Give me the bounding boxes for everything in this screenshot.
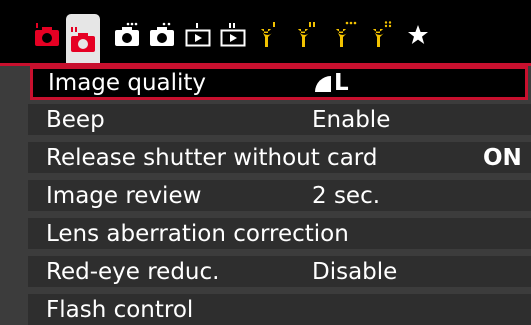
tab-my-menu[interactable] xyxy=(401,16,435,54)
image-quality-text: L xyxy=(334,70,349,96)
menu-item-value: L xyxy=(314,70,349,96)
setup-wrench-4-icon xyxy=(373,21,392,47)
setup-wrench-3-icon xyxy=(336,21,357,47)
tab-playback-2[interactable] xyxy=(216,16,250,54)
tab-setup-2[interactable] xyxy=(289,16,323,54)
menu-left-margin xyxy=(0,66,28,325)
menu-item-value: Enable xyxy=(312,107,391,133)
camera-shooting-1-icon xyxy=(35,23,59,46)
menu-item-red-eye[interactable]: Red-eye reduc. Disable xyxy=(28,254,531,287)
menu-item-label: Beep xyxy=(46,107,105,133)
menu-item-image-review[interactable]: Image review 2 sec. xyxy=(28,178,531,211)
menu-item-lens-aberration[interactable]: Lens aberration correction xyxy=(28,216,531,249)
menu-tab-bar xyxy=(0,0,531,66)
camera-shooting-3-icon xyxy=(115,22,139,46)
tab-shooting-4[interactable] xyxy=(145,16,179,54)
tab-setup-4[interactable] xyxy=(364,16,398,54)
setup-wrench-2-icon xyxy=(298,22,315,47)
menu-item-value: Disable xyxy=(312,259,398,285)
menu-item-label: Release shutter without card xyxy=(46,145,378,171)
camera-shooting-2-icon xyxy=(71,27,95,52)
menu-item-label: Red-eye reduc. xyxy=(46,259,220,285)
tab-setup-1[interactable] xyxy=(252,16,286,54)
menu-item-beep[interactable]: Beep Enable xyxy=(28,102,531,135)
menu-item-label: Lens aberration correction xyxy=(46,221,349,247)
menu-item-label: Image quality xyxy=(48,70,207,96)
my-menu-star-icon xyxy=(408,25,428,44)
playback-2-icon xyxy=(220,23,246,47)
menu-item-value: 2 sec. xyxy=(312,183,381,209)
tab-shooting-2[interactable] xyxy=(66,14,100,66)
tab-setup-3[interactable] xyxy=(327,16,361,54)
tab-shooting-1[interactable] xyxy=(30,16,64,54)
large-fine-quality-icon xyxy=(315,75,331,92)
camera-shooting-4-icon xyxy=(150,22,174,46)
menu-item-label: Flash control xyxy=(46,297,194,323)
camera-menu-screen: Image quality L Beep Enable Release shut… xyxy=(0,0,531,325)
tab-shooting-3[interactable] xyxy=(110,16,144,54)
menu-item-label: Image review xyxy=(46,183,202,209)
tab-playback-1[interactable] xyxy=(181,16,215,54)
menu-item-flash-control[interactable]: Flash control xyxy=(28,292,531,325)
menu-item-image-quality[interactable]: Image quality L xyxy=(30,66,528,100)
menu-item-value: ON xyxy=(483,145,522,171)
menu-item-release-shutter[interactable]: Release shutter without card ON xyxy=(28,140,531,173)
setup-wrench-1-icon xyxy=(261,22,275,47)
playback-1-icon xyxy=(185,23,211,47)
